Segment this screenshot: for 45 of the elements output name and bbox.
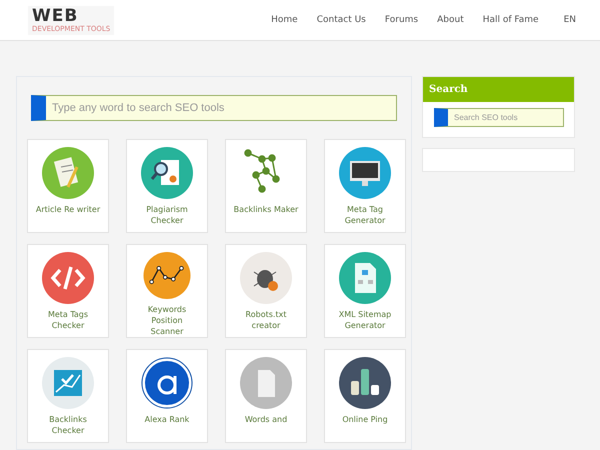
tool-label: XML Sitemap Generator xyxy=(338,309,392,331)
tool-card[interactable]: Keywords Position Scanner xyxy=(126,244,208,338)
monitor-icon xyxy=(339,147,391,199)
code-brackets-icon xyxy=(42,252,94,304)
logo-title: WEB xyxy=(32,8,80,24)
tool-label: Keywords Position Scanner xyxy=(146,304,188,337)
nav-link[interactable]: Contact Us xyxy=(316,15,366,25)
tool-label: Article Re writer xyxy=(36,204,100,215)
growth-chart-icon xyxy=(42,357,94,409)
widget-title: Search xyxy=(423,77,574,102)
tool-card[interactable]: Backlinks Checker xyxy=(27,349,109,443)
nav-link[interactable]: Home xyxy=(271,15,298,25)
tool-card[interactable]: Alexa Rank xyxy=(126,349,208,443)
sidebar-search-field[interactable]: Search SEO tools xyxy=(434,108,564,127)
tool-label: Backlinks Checker xyxy=(48,414,88,436)
nav-link[interactable]: About xyxy=(437,15,464,25)
document-icon xyxy=(240,357,292,409)
bug-icon xyxy=(240,252,292,304)
tool-card[interactable]: Online Ping xyxy=(324,349,406,443)
tool-label: Robots.txt creator xyxy=(244,309,288,331)
tool-card[interactable]: Backlinks Maker xyxy=(225,139,307,233)
tool-card[interactable]: XML Sitemap Generator xyxy=(324,244,406,338)
tool-label: Alexa Rank xyxy=(144,414,190,425)
tool-card[interactable]: Meta Tag Generator xyxy=(324,139,406,233)
sitemap-document-icon xyxy=(339,252,391,304)
line-chart-icon xyxy=(141,252,193,299)
tool-label: Backlinks Maker xyxy=(234,204,298,215)
tool-card[interactable]: Words and xyxy=(225,349,307,443)
tool-label: Meta Tag Generator xyxy=(344,204,386,226)
tool-card[interactable]: Article Re writer xyxy=(27,139,109,233)
tool-card[interactable]: Meta Tags Checker xyxy=(27,244,109,338)
tool-label: Words and xyxy=(244,414,288,425)
search-field[interactable]: Type any word to search SEO tools xyxy=(31,95,397,121)
bar-chart-icon xyxy=(339,357,391,409)
scroll-pencil-icon xyxy=(42,147,94,199)
tool-card[interactable]: Plagiarism Checker xyxy=(126,139,208,233)
nav-link[interactable]: Hall of Fame xyxy=(482,15,539,25)
tool-label: Online Ping xyxy=(342,414,388,425)
tool-label: Plagiarism Checker xyxy=(145,204,189,226)
nav-link[interactable]: Forums xyxy=(384,15,418,25)
nav-link[interactable]: EN xyxy=(564,15,576,25)
magnifier-report-icon xyxy=(141,147,193,199)
tool-card[interactable]: Robots.txt creator xyxy=(225,244,307,338)
letter-a-logo-icon xyxy=(141,357,193,409)
tool-label: Meta Tags Checker xyxy=(46,309,90,331)
